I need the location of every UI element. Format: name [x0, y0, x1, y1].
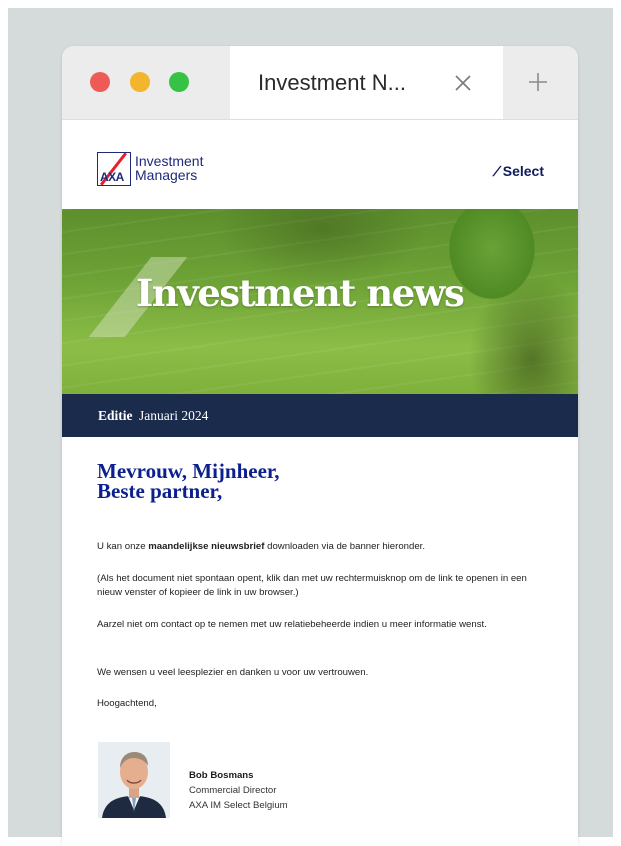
signature-company: AXA IM Select Belgium [189, 800, 288, 811]
email-body: AXA Investment Managers /Select Investme… [62, 120, 578, 846]
slash-icon: / [490, 163, 504, 179]
axa-im-logo[interactable]: AXA Investment Managers [97, 152, 222, 188]
paragraph-instructions: (Als het document niet spontaan opent, k… [97, 573, 527, 598]
logo-mark-text: AXA [100, 170, 124, 184]
paragraph-thanks: We wensen u veel leesplezier en danken u… [97, 667, 369, 678]
banner-title: Investment news [136, 271, 465, 315]
edition-date: Januari 2024 [139, 408, 209, 423]
logo-line-1: Investment [135, 153, 204, 169]
paragraph-contact: Aarzel niet om contact op te nemen met u… [97, 619, 487, 630]
axa-logo-mark: AXA [97, 152, 131, 186]
greeting-line-2: Beste partner, [97, 479, 223, 503]
signature-role: Commercial Director [189, 785, 277, 796]
paragraph-download: U kan onze maandelijkse nieuwsbrief down… [97, 540, 547, 554]
p1-before: U kan onze [97, 541, 149, 552]
close-window-button[interactable] [90, 72, 110, 92]
logo-wordmark: Investment Managers [135, 154, 203, 182]
minimize-window-button[interactable] [130, 72, 150, 92]
greeting-line-1: Mevrouw, Mijnheer, [97, 459, 280, 483]
close-icon[interactable] [454, 74, 472, 92]
p1-after: downloaden via de banner hieronder. [264, 541, 426, 552]
title-bar: Investment N... [62, 46, 578, 120]
edition-label: Editie [98, 408, 133, 423]
select-label: Select [502, 163, 544, 179]
closing: Hoogachtend, [97, 698, 157, 709]
logo-line-2: Managers [135, 167, 198, 183]
newsletter-banner[interactable]: Investment news [62, 209, 578, 394]
browser-window: Investment N... AXA Investment Managers … [62, 46, 578, 846]
select-link[interactable]: /Select [490, 163, 544, 179]
greeting: Mevrouw, Mijnheer, Beste partner, [97, 459, 280, 503]
plus-icon[interactable] [528, 72, 548, 92]
edition-bar: Editie Januari 2024 [62, 394, 578, 437]
p1-bold: maandelijkse nieuwsbrief [148, 541, 265, 552]
author-photo [98, 742, 170, 818]
browser-tab[interactable]: Investment N... [230, 46, 503, 119]
zoom-window-button[interactable] [169, 72, 189, 92]
tab-title: Investment N... [258, 70, 406, 95]
signature-name: Bob Bosmans [189, 770, 254, 781]
